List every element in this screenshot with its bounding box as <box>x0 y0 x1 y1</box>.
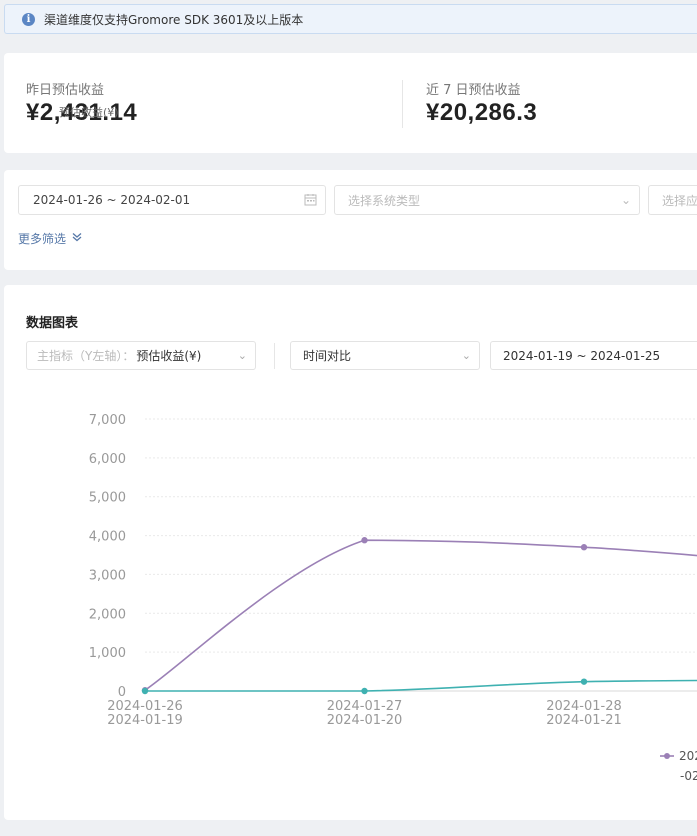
y-tick-label: 0 <box>118 685 126 700</box>
x-tick-label: 2024-01-28 <box>546 699 622 714</box>
y-tick-label: 7,000 <box>89 413 126 428</box>
y-tick-label: 3,000 <box>89 568 126 583</box>
x-tick-label: 2024-01-27 <box>327 699 403 714</box>
legend-swatch-dot-0 <box>664 753 670 759</box>
legend-label-0: 202 <box>679 749 697 763</box>
y-tick-label: 6,000 <box>89 452 126 467</box>
series-point-0 <box>361 537 368 544</box>
y-tick-label: 5,000 <box>89 491 126 506</box>
y-tick-label: 4,000 <box>89 530 126 545</box>
x-tick-label-compare: 2024-01-20 <box>327 713 403 728</box>
series-point-1 <box>141 687 149 695</box>
y-tick-label: 2,000 <box>89 607 126 622</box>
x-tick-label-compare: 2024-01-21 <box>546 713 622 728</box>
x-tick-label-compare: 2024-01-19 <box>107 713 183 728</box>
series-point-0 <box>580 544 588 551</box>
series-point-1 <box>361 687 368 695</box>
y-tick-label: 1,000 <box>89 646 126 661</box>
series-point-1 <box>580 678 588 685</box>
legend-label-1: -02 <box>680 769 697 783</box>
revenue-line-chart: 7,0006,0005,0004,0003,0002,0001,00002024… <box>89 413 697 783</box>
series-line-0 <box>144 539 697 691</box>
x-tick-label: 2024-01-26 <box>107 699 183 714</box>
series-line-1 <box>145 679 697 692</box>
